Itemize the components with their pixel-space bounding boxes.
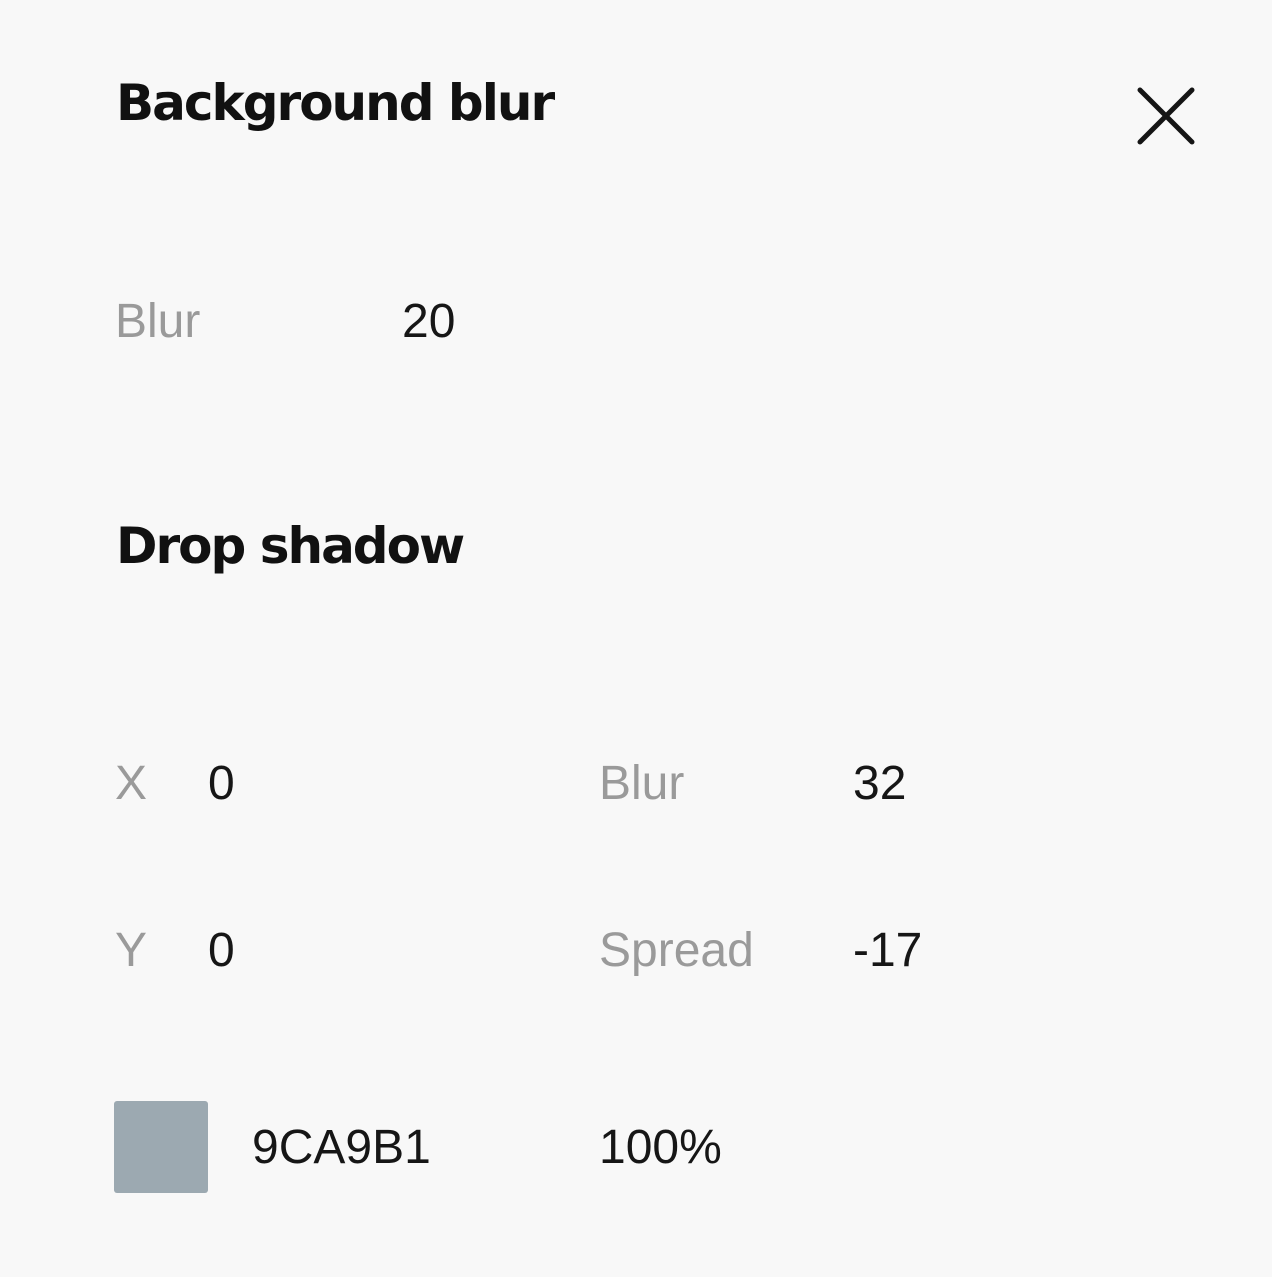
background-blur-label: Blur	[115, 295, 201, 348]
background-blur-title: Background blur	[116, 74, 555, 132]
drop-shadow-title: Drop shadow	[116, 517, 465, 575]
shadow-color-swatch[interactable]	[114, 1101, 208, 1193]
shadow-x-label: X	[115, 757, 148, 810]
background-blur-input[interactable]: 20	[402, 298, 455, 346]
effects-panel: Background blur Blur 20 Drop shadow X 0 …	[0, 0, 1272, 1277]
shadow-blur-label: Blur	[599, 757, 685, 810]
shadow-opacity-input[interactable]: 100%	[599, 1124, 722, 1172]
shadow-color-hex-input[interactable]: 9CA9B1	[252, 1124, 431, 1172]
shadow-spread-input[interactable]: -17	[853, 927, 922, 975]
shadow-blur-input[interactable]: 32	[853, 760, 906, 808]
shadow-y-label: Y	[115, 924, 148, 977]
shadow-spread-label: Spread	[599, 924, 754, 977]
shadow-y-input[interactable]: 0	[208, 927, 235, 975]
shadow-x-input[interactable]: 0	[208, 760, 235, 808]
close-icon	[1137, 87, 1195, 145]
close-button[interactable]	[1124, 74, 1208, 158]
